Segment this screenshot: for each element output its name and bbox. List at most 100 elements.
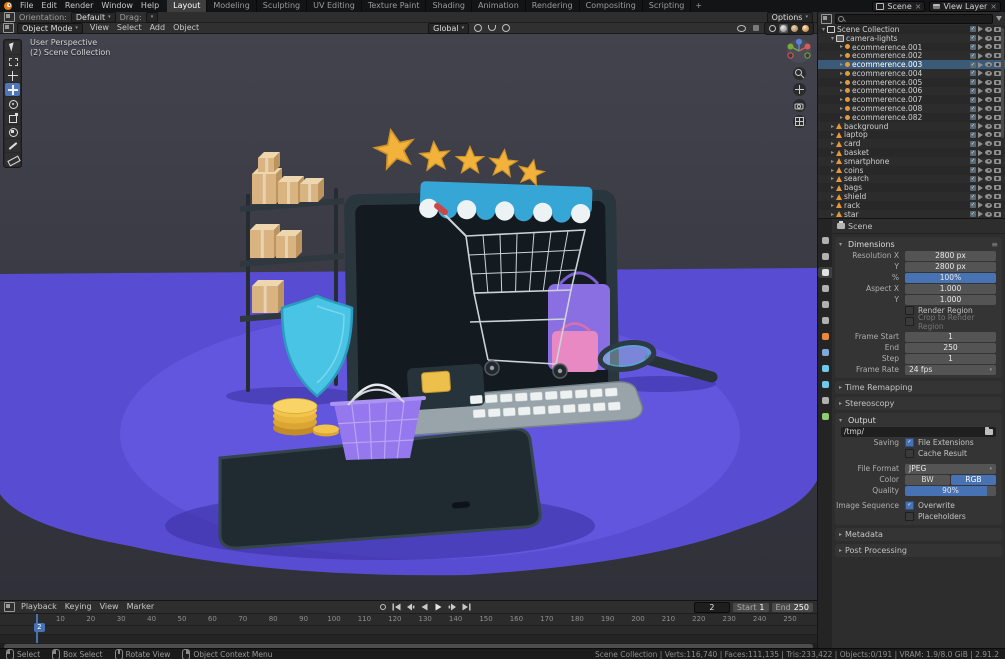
filter-icon[interactable] — [996, 16, 1002, 21]
active-tool-icon[interactable] — [4, 12, 15, 22]
hide-viewport-toggle[interactable] — [985, 35, 992, 41]
next-keyframe-button[interactable] — [446, 603, 459, 611]
drag-dropdown[interactable]: ▾ — [145, 11, 159, 23]
hide-viewport-toggle[interactable] — [985, 176, 992, 182]
disable-render-toggle[interactable] — [994, 106, 1001, 112]
workspace-tab-modeling[interactable]: Modeling — [207, 0, 257, 12]
file-format-dropdown[interactable]: JPEG ▾ — [905, 463, 996, 474]
outliner-row-ecommerence-002[interactable]: ▸ ecommerence.002 ✓ — [818, 51, 1005, 60]
expand-arrow-icon[interactable]: ▸ — [829, 149, 836, 156]
hide-viewport-toggle[interactable] — [985, 88, 992, 94]
outliner-row-coins[interactable]: ▸ coins ✓ — [818, 166, 1005, 175]
wireframe-shading-button[interactable] — [768, 24, 777, 33]
disable-render-toggle[interactable] — [994, 26, 1001, 32]
transform-tool-button[interactable] — [5, 125, 20, 138]
expand-arrow-icon[interactable]: ▸ — [829, 175, 836, 182]
rotate-tool-button[interactable] — [5, 97, 20, 110]
frame-step-field[interactable]: 1 — [905, 353, 996, 364]
expand-arrow-icon[interactable]: ▾ — [820, 26, 827, 33]
hide-viewport-toggle[interactable] — [985, 141, 992, 147]
zoom-view-button[interactable] — [792, 67, 806, 80]
timeline-tracks[interactable] — [0, 626, 817, 644]
outliner-row-basket[interactable]: ▸ basket ✓ — [818, 148, 1005, 157]
modifiers-properties-tab[interactable] — [818, 347, 832, 358]
time-remapping-section[interactable]: ▸ Time Remapping — [835, 381, 1002, 394]
jump-to-start-button[interactable] — [390, 603, 403, 611]
timeline-editor-icon[interactable] — [4, 602, 15, 612]
toggle-xray-button[interactable] — [750, 24, 761, 33]
selectable-toggle[interactable] — [978, 114, 983, 121]
hide-viewport-toggle[interactable] — [985, 158, 992, 164]
transform-orientation-dropdown[interactable]: Global ▾ — [428, 22, 470, 34]
disable-render-toggle[interactable] — [994, 97, 1001, 103]
menu-help[interactable]: Help — [137, 0, 163, 12]
disable-render-toggle[interactable] — [994, 158, 1001, 164]
selectable-toggle[interactable] — [978, 70, 983, 77]
measure-tool-button[interactable] — [5, 153, 20, 166]
menu-window[interactable]: Window — [97, 0, 137, 12]
workspace-tab-rendering[interactable]: Rendering — [526, 0, 580, 12]
hide-viewport-toggle[interactable] — [985, 79, 992, 85]
orientation-dropdown[interactable]: Default ▾ — [70, 11, 116, 23]
view-layer-properties-tab[interactable] — [818, 283, 832, 294]
solid-shading-button[interactable] — [779, 23, 789, 33]
expand-arrow-icon[interactable]: ▸ — [838, 87, 845, 94]
expand-arrow-icon[interactable]: ▸ — [838, 114, 845, 121]
expand-arrow-icon[interactable]: ▸ — [838, 61, 845, 68]
exclude-checkbox-toggle[interactable]: ✓ — [970, 202, 976, 209]
presets-icon[interactable]: ≡ — [991, 240, 998, 249]
selectable-toggle[interactable] — [978, 96, 983, 103]
color-bw-button[interactable]: BW — [905, 474, 950, 485]
disable-render-toggle[interactable] — [994, 44, 1001, 50]
workspace-tab-compositing[interactable]: Compositing — [580, 0, 643, 12]
output-path-field[interactable]: /tmp/ — [841, 426, 996, 437]
exclude-checkbox-toggle[interactable]: ✓ — [970, 175, 976, 182]
rendered-shading-button[interactable] — [801, 24, 810, 33]
selectable-toggle[interactable] — [978, 43, 983, 50]
mode-dropdown[interactable]: Object Mode ▾ — [17, 22, 83, 34]
scene-properties-tab[interactable] — [818, 299, 832, 310]
hide-viewport-toggle[interactable] — [985, 114, 992, 120]
show-overlays-button[interactable] — [736, 24, 747, 33]
outliner-row-ecommerence-007[interactable]: ▸ ecommerence.007 ✓ — [818, 95, 1005, 104]
expand-arrow-icon[interactable]: ▸ — [829, 202, 836, 209]
selectable-toggle[interactable] — [978, 140, 983, 147]
previous-keyframe-button[interactable] — [404, 603, 417, 611]
selectable-toggle[interactable] — [978, 175, 983, 182]
frame-rate-dropdown[interactable]: 24 fps ▾ — [905, 364, 996, 375]
expand-arrow-icon[interactable]: ▸ — [838, 43, 845, 50]
exclude-checkbox-toggle[interactable]: ✓ — [970, 114, 976, 121]
selectable-toggle[interactable] — [978, 158, 983, 165]
resolution-x-field[interactable]: 2800 px — [905, 250, 996, 261]
outliner-row-ecommerence-001[interactable]: ▸ ecommerence.001 ✓ — [818, 43, 1005, 52]
file-extensions-checkbox[interactable]: ✓ — [905, 438, 914, 447]
hide-viewport-toggle[interactable] — [985, 185, 992, 191]
selectable-toggle[interactable] — [978, 184, 983, 191]
crop-region-checkbox[interactable] — [905, 317, 914, 326]
selectable-toggle[interactable] — [978, 79, 983, 86]
outliner-row-laptop[interactable]: ▸ laptop ✓ — [818, 130, 1005, 139]
tweak-tool-button[interactable] — [5, 41, 20, 54]
workspace-tab-layout[interactable]: Layout — [167, 0, 208, 12]
metadata-section[interactable]: ▸ Metadata — [835, 528, 1002, 541]
hide-viewport-toggle[interactable] — [985, 202, 992, 208]
color-rgb-button[interactable]: RGB — [951, 474, 996, 485]
jump-to-end-button[interactable] — [460, 603, 473, 611]
expand-arrow-icon[interactable]: ▾ — [829, 35, 836, 42]
constraints-properties-tab[interactable] — [818, 395, 832, 406]
output-properties-tab[interactable] — [818, 267, 832, 278]
disable-render-toggle[interactable] — [994, 211, 1001, 217]
overwrite-checkbox[interactable]: ✓ — [905, 501, 914, 510]
expand-arrow-icon[interactable]: ▸ — [838, 105, 845, 112]
timeline-body[interactable]: 10 20 30 40 50 60 70 80 90 100 110 120 130 140 150 160 1… — [0, 614, 817, 650]
exclude-checkbox-toggle[interactable]: ✓ — [970, 193, 976, 200]
menu-file[interactable]: File — [16, 0, 37, 12]
exclude-checkbox-toggle[interactable]: ✓ — [970, 149, 976, 156]
object-data-properties-tab[interactable] — [818, 411, 832, 422]
selectable-toggle[interactable] — [978, 35, 983, 42]
3d-scene[interactable] — [0, 34, 817, 600]
outliner-search-input[interactable] — [835, 13, 993, 24]
selectable-toggle[interactable] — [978, 123, 983, 130]
pivot-point-button[interactable] — [472, 24, 483, 33]
outliner-row-camera-lights[interactable]: ▾ camera-lights ✓ — [818, 34, 1005, 43]
